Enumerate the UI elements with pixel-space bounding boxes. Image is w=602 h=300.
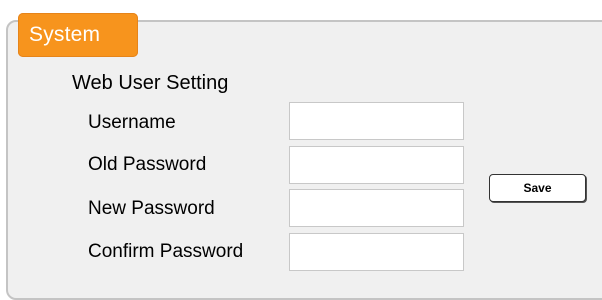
- tab-system[interactable]: System: [18, 13, 138, 57]
- new-password-field[interactable]: [289, 189, 464, 227]
- confirm-password-label: Confirm Password: [88, 241, 244, 262]
- save-button[interactable]: Save: [489, 174, 586, 202]
- section-title: Web User Setting: [72, 72, 229, 94]
- tab-system-label: System: [29, 23, 101, 46]
- username-label: Username: [88, 112, 176, 133]
- confirm-password-field[interactable]: [289, 233, 464, 271]
- username-field[interactable]: [289, 102, 464, 140]
- old-password-label: Old Password: [88, 154, 207, 175]
- new-password-label: New Password: [88, 198, 215, 219]
- old-password-field[interactable]: [289, 146, 464, 184]
